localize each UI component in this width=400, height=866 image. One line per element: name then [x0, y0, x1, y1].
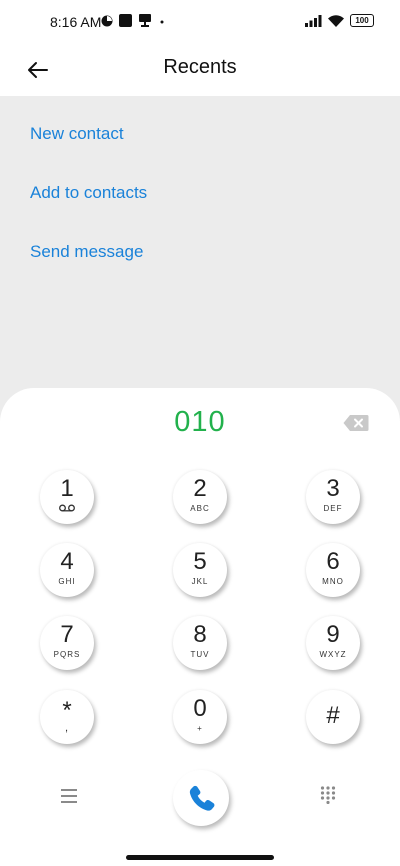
send-message-link[interactable]: Send message	[30, 242, 143, 262]
key-hash[interactable]: #	[306, 690, 360, 744]
key-9[interactable]: 9 WXYZ	[306, 616, 360, 670]
menu-icon[interactable]	[61, 789, 77, 803]
status-system-icons: 100	[305, 14, 374, 27]
key-2[interactable]: 2 ABC	[173, 470, 227, 524]
app-square-icon	[119, 14, 132, 27]
key-6[interactable]: 6 MNO	[306, 543, 360, 597]
key-letters: PQRS	[53, 650, 81, 659]
status-bar: 8:16 AM 100	[0, 0, 400, 44]
status-time: 8:16 AM	[50, 14, 102, 30]
battery-icon: 100	[350, 14, 374, 27]
key-digit: 6	[326, 548, 340, 575]
backspace-icon[interactable]	[343, 414, 369, 432]
key-8[interactable]: 8 TUV	[173, 616, 227, 670]
key-digit: 1	[60, 475, 74, 502]
key-letters: MNO	[322, 577, 344, 586]
key-letters: GHI	[58, 577, 76, 586]
more-dot-icon	[160, 20, 164, 23]
dialer-panel: 010 1 2 ABC 3 DEF 4 GHI 5 JKL 6 MNO 7 PQ…	[0, 388, 400, 866]
new-contact-link[interactable]: New contact	[30, 124, 124, 144]
voicemail-icon	[59, 504, 75, 512]
key-digit: 9	[326, 621, 340, 648]
dialed-number: 010	[174, 406, 226, 438]
key-0[interactable]: 0 +	[173, 690, 227, 744]
wifi-icon	[328, 14, 344, 27]
add-to-contacts-link[interactable]: Add to contacts	[30, 183, 147, 203]
home-indicator[interactable]	[126, 855, 274, 860]
key-digit: 0	[193, 695, 207, 722]
key-digit: *	[62, 697, 72, 724]
key-digit: #	[326, 702, 340, 729]
key-letters: +	[197, 724, 203, 733]
key-digit: 2	[193, 475, 207, 502]
key-star[interactable]: * ,	[40, 690, 94, 744]
key-letters: TUV	[190, 650, 210, 659]
key-digit: 3	[326, 475, 340, 502]
key-1[interactable]: 1	[40, 470, 94, 524]
call-button[interactable]	[173, 770, 229, 826]
dialpad-icon[interactable]	[320, 786, 336, 804]
key-letters: JKL	[191, 577, 209, 586]
phone-icon	[189, 785, 215, 811]
key-3[interactable]: 3 DEF	[306, 470, 360, 524]
key-7[interactable]: 7 PQRS	[40, 616, 94, 670]
header: Recents	[0, 44, 400, 96]
status-notification-icons	[101, 14, 166, 27]
key-digit: 5	[193, 548, 207, 575]
key-digit: 4	[60, 548, 74, 575]
key-letters: WXYZ	[319, 650, 347, 659]
page-title: Recents	[163, 56, 237, 78]
key-letters: ABC	[190, 504, 210, 513]
key-letters: ,	[64, 722, 70, 734]
pie-chart-icon	[101, 15, 113, 26]
key-digit: 7	[60, 621, 74, 648]
signal-icon	[305, 14, 322, 27]
key-digit: 8	[193, 621, 207, 648]
key-5[interactable]: 5 JKL	[173, 543, 227, 597]
key-letters: DEF	[323, 504, 343, 513]
key-4[interactable]: 4 GHI	[40, 543, 94, 597]
cast-icon	[139, 14, 151, 27]
